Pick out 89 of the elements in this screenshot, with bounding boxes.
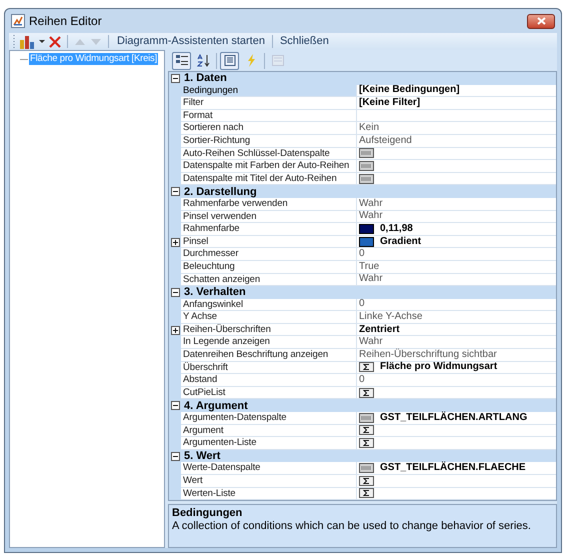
property-value: Linke Y-Achse <box>359 311 422 324</box>
toolbar-button[interactable]: Schließen <box>278 33 331 50</box>
property-name[interactable]: Bedingungen <box>181 84 357 98</box>
property-value: Fläche pro Widmungsart <box>380 361 498 374</box>
property-name[interactable]: Anfangswinkel <box>181 298 357 312</box>
property-value: 0 <box>359 248 365 260</box>
expression-icon[interactable] <box>359 425 374 436</box>
chart-icon <box>11 14 25 28</box>
data-column-icon[interactable] <box>359 148 374 158</box>
property-name[interactable]: Rahmenfarbe verwenden <box>181 198 357 211</box>
category-title: 2. Darstellung <box>184 186 257 198</box>
property-name[interactable]: Reihen-Überschriften <box>181 324 357 336</box>
expression-icon[interactable] <box>359 488 374 498</box>
collapse-icon[interactable] <box>171 187 180 196</box>
property-value: Zentriert <box>359 324 400 336</box>
property-name[interactable]: CutPieList <box>181 386 357 400</box>
collapse-icon[interactable] <box>171 401 180 410</box>
property-name[interactable]: In Legende anzeigen <box>181 336 357 350</box>
expression-icon[interactable] <box>359 388 374 398</box>
property-name[interactable]: Rahmenfarbe <box>181 223 357 236</box>
property-value: [Keine Bedingungen] <box>359 84 460 96</box>
property-value: True <box>359 260 380 273</box>
data-column-icon[interactable] <box>359 160 374 171</box>
property-name[interactable]: Datenspalte mit Titel der Auto-Reihen <box>181 172 357 186</box>
property-value: GST_TEILFLÄCHEN.FLAECHE <box>380 462 526 474</box>
collapse-icon[interactable] <box>171 288 180 297</box>
property-value: Gradient <box>380 236 422 248</box>
property-value: GST_TEILFLÄCHEN.ARTLANG <box>380 412 528 424</box>
expand-icon[interactable] <box>170 238 180 247</box>
property-value: [Keine Filter] <box>359 96 420 109</box>
property-name[interactable]: Abstand <box>181 374 357 387</box>
categorized-view-button[interactable] <box>172 52 191 70</box>
property-name[interactable]: Pinsel <box>181 236 357 248</box>
property-name[interactable]: Auto-Reihen Schlüssel-Datenspalte <box>181 148 357 160</box>
property-name[interactable]: Argumenten-Datenspalte <box>181 412 357 425</box>
property-name[interactable]: Pinsel verwenden <box>181 210 357 224</box>
property-value: 0,11,98 <box>380 222 413 235</box>
property-name[interactable]: Datenreihen Beschriftung anzeigen <box>181 349 357 362</box>
help-text: A collection of conditions which can be used to change behavior of series. <box>172 520 531 534</box>
collapse-icon[interactable] <box>171 74 180 83</box>
property-value: Aufsteigend <box>359 134 412 147</box>
property-value: Kein <box>359 122 380 134</box>
property-name[interactable]: Argumenten-Liste <box>181 437 357 450</box>
close-icon <box>536 17 546 25</box>
property-value: Wahr <box>359 210 383 222</box>
categorized-view-icon <box>174 54 188 67</box>
sort-alphabetical-icon <box>196 54 210 67</box>
collapse-icon[interactable] <box>171 452 180 461</box>
bar-chart-icon[interactable] <box>19 34 35 50</box>
close-button[interactable] <box>527 14 555 28</box>
property-name[interactable]: Durchmesser <box>181 248 357 261</box>
property-value: Wahr <box>359 336 383 348</box>
expression-icon[interactable] <box>359 476 374 486</box>
expression-icon[interactable] <box>359 362 374 372</box>
data-column-icon[interactable] <box>359 412 374 423</box>
property-value: 0 <box>359 374 365 386</box>
expand-icon[interactable] <box>170 326 180 335</box>
toolbar-button[interactable]: Diagramm-Assistenten starten <box>115 33 267 50</box>
property-name[interactable]: Format <box>181 110 357 122</box>
property-name[interactable]: Werten-Liste <box>181 488 357 500</box>
property-value: Wahr <box>359 198 383 210</box>
property-pages-button[interactable] <box>220 52 239 70</box>
property-name[interactable]: Überschrift <box>181 362 357 374</box>
property-name[interactable]: Beleuchtung <box>181 260 357 274</box>
property-value: 0 <box>359 298 365 310</box>
pages-icon <box>270 54 284 67</box>
property-name[interactable]: Datenspalte mit Farben der Auto-Reihen <box>181 160 357 173</box>
help-title: Bedingungen <box>172 507 242 520</box>
property-name[interactable]: Schatten anzeigen <box>181 274 357 286</box>
data-column-icon[interactable] <box>359 463 374 474</box>
category-title: 5. Wert <box>184 450 220 462</box>
property-pages-icon <box>222 54 236 67</box>
property-name[interactable]: Argument <box>181 424 357 438</box>
delete-icon[interactable] <box>49 36 61 48</box>
property-name[interactable]: Filter <box>181 97 357 110</box>
caret-icon[interactable] <box>39 40 45 43</box>
category-title: 3. Verhalten <box>184 286 246 298</box>
category-title: 1. Daten <box>184 72 227 84</box>
property-name[interactable]: Y Achse <box>181 311 357 324</box>
window-title: Reihen Editor <box>29 13 102 30</box>
property-name[interactable]: Sortier-Richtung <box>181 134 357 148</box>
data-column-icon[interactable] <box>359 174 374 184</box>
property-value: Reihen-Überschriftung sichtbar <box>359 348 497 361</box>
category-title: 4. Argument <box>184 400 248 412</box>
property-name[interactable]: Wert <box>181 475 357 488</box>
property-value: Wahr <box>359 273 383 286</box>
property-name[interactable]: Werte-Datenspalte <box>181 462 357 475</box>
property-name[interactable]: Sortieren nach <box>181 122 357 135</box>
expression-icon[interactable] <box>359 438 374 448</box>
